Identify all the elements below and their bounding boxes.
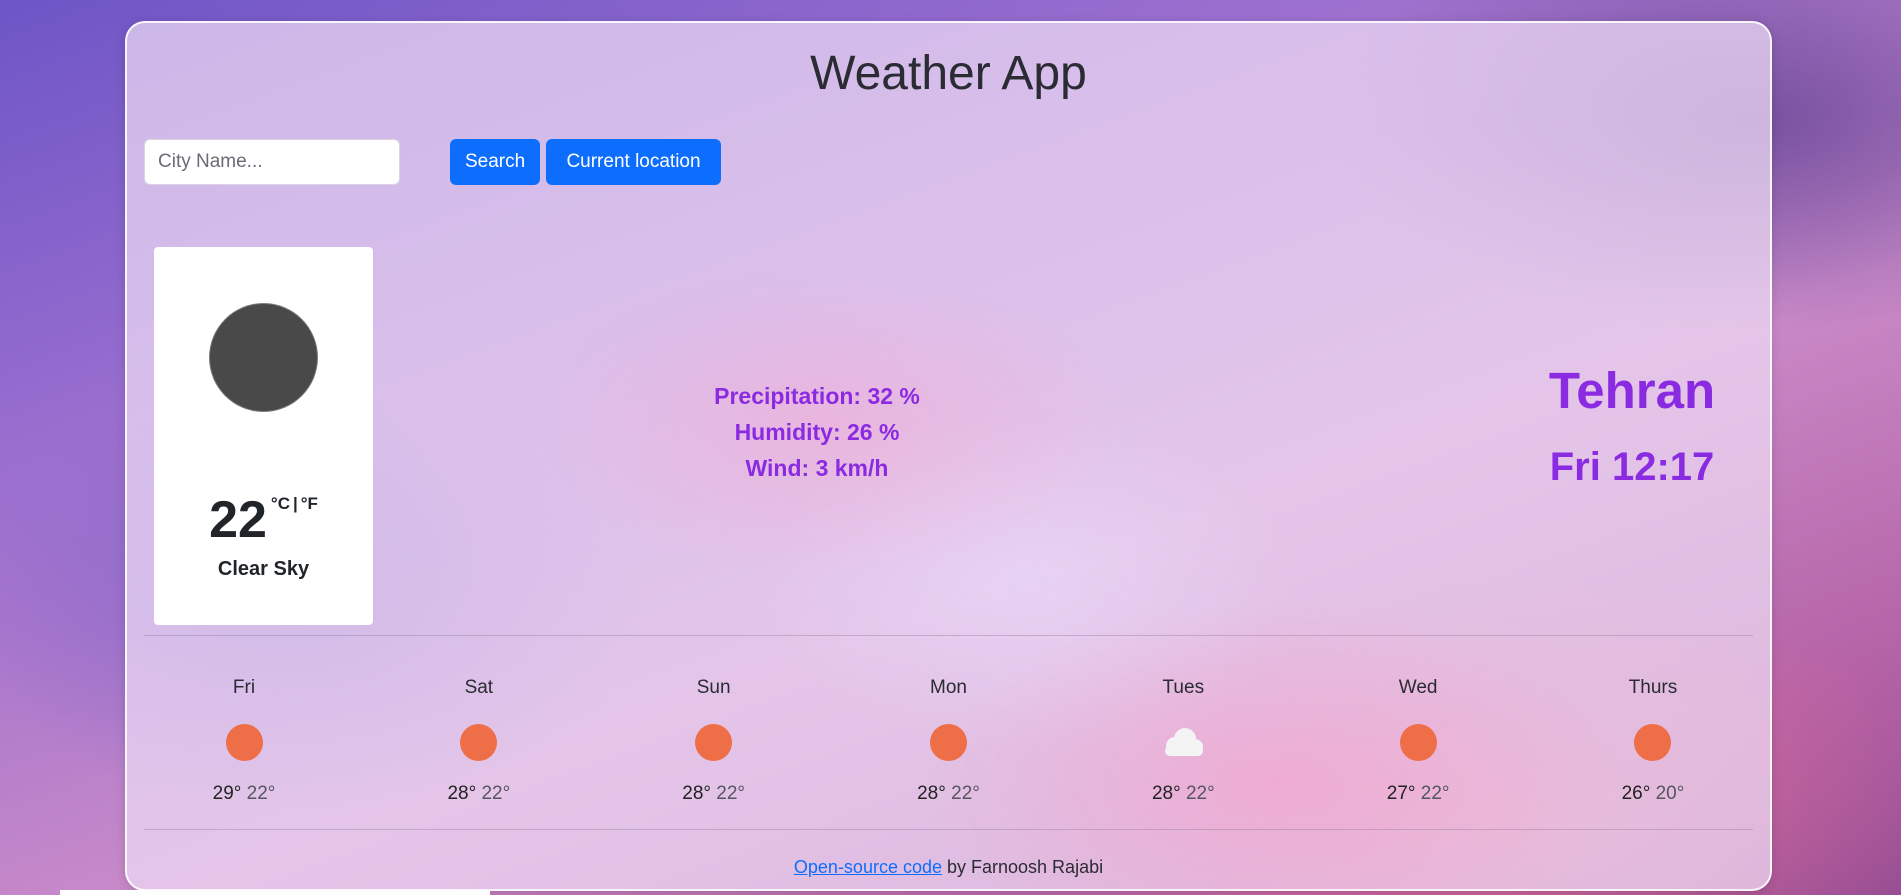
unit-separator: | (292, 494, 298, 513)
forecast-day-name: Thurs (1628, 677, 1678, 698)
weather-card: Weather App Search Current location 22°C… (125, 21, 1772, 891)
cloud-icon (1165, 728, 1204, 756)
sun-icon (460, 723, 498, 761)
forecast-row: Fri 29° 22° Sat 28° 22° Sun 28° 22° Mon … (144, 677, 1753, 827)
humidity-text: Humidity: 26 % (734, 419, 900, 445)
forecast-max-temp: 29° (212, 783, 242, 804)
search-button[interactable]: Search (450, 139, 540, 185)
forecast-min-temp: 22° (246, 783, 276, 804)
forecast-min-temp: 22° (1420, 783, 1450, 804)
forecast-day: Fri 29° 22° (144, 677, 344, 827)
forecast-min-temp: 22° (1185, 783, 1215, 804)
current-weather-card: 22 °C | °F Clear Sky (154, 247, 373, 625)
current-location-button[interactable]: Current location (546, 139, 721, 185)
forecast-day: Tues 28° 22° (1083, 677, 1283, 827)
forecast-day-name: Sat (464, 677, 494, 698)
location-block: Tehran Fri 12:17 (1487, 362, 1770, 490)
forecast-day: Sun 28° 22° (614, 677, 814, 827)
footer-credit: by Farnoosh Rajabi (942, 857, 1104, 877)
weather-details: Precipitation: 32 % Humidity: 26 % Wind:… (607, 378, 1027, 486)
temperature-row: 22 °C | °F (154, 490, 373, 550)
sun-icon (225, 723, 263, 761)
celsius-link[interactable]: °C (271, 494, 290, 513)
precipitation-text: Precipitation: 32 % (714, 383, 920, 409)
forecast-max-temp: 28° (682, 783, 712, 804)
forecast-min-temp: 20° (1655, 783, 1685, 804)
forecast-day: Mon 28° 22° (848, 677, 1048, 827)
forecast-day-name: Tues (1162, 677, 1205, 698)
weather-condition-icon (210, 304, 317, 411)
forecast-day-name: Mon (930, 677, 967, 698)
forecast-max-temp: 26° (1621, 783, 1651, 804)
sun-icon (929, 723, 967, 761)
current-temperature: 22 (209, 491, 267, 549)
forecast-max-temp: 28° (917, 783, 946, 804)
forecast-max-temp: 28° (447, 783, 477, 804)
footer: Open-source code by Farnoosh Rajabi (127, 857, 1770, 878)
city-search-input[interactable] (144, 139, 400, 185)
forecast-min-temp: 22° (951, 783, 980, 804)
divider (144, 829, 1753, 830)
weather-description: Clear Sky (217, 558, 310, 580)
city-name: Tehran (1548, 362, 1716, 419)
forecast-day-name: Sun (696, 677, 731, 698)
forecast-max-temp: 28° (1151, 783, 1181, 804)
forecast-max-temp: 27° (1386, 783, 1416, 804)
source-code-link[interactable]: Open-source code (794, 857, 942, 877)
fahrenheit-link[interactable]: °F (301, 494, 318, 513)
forecast-day-name: Fri (232, 677, 256, 698)
forecast-day: Wed 27° 22° (1318, 677, 1518, 827)
forecast-day: Sat 28° 22° (379, 677, 579, 827)
sun-icon (1634, 723, 1672, 761)
unit-toggle: °C | °F (271, 494, 318, 513)
sun-icon (1399, 723, 1437, 761)
date-time: Fri 12:17 (1549, 445, 1715, 490)
forecast-min-temp: 22° (481, 783, 511, 804)
page-edge-strip (60, 890, 490, 895)
forecast-day: Thurs 26° 20° (1553, 677, 1753, 827)
wind-text: Wind: 3 km/h (745, 455, 889, 481)
forecast-day-name: Wed (1398, 677, 1438, 698)
sun-icon (695, 723, 733, 761)
app-title: Weather App (810, 47, 1087, 100)
divider (144, 635, 1753, 636)
forecast-min-temp: 22° (716, 783, 746, 804)
